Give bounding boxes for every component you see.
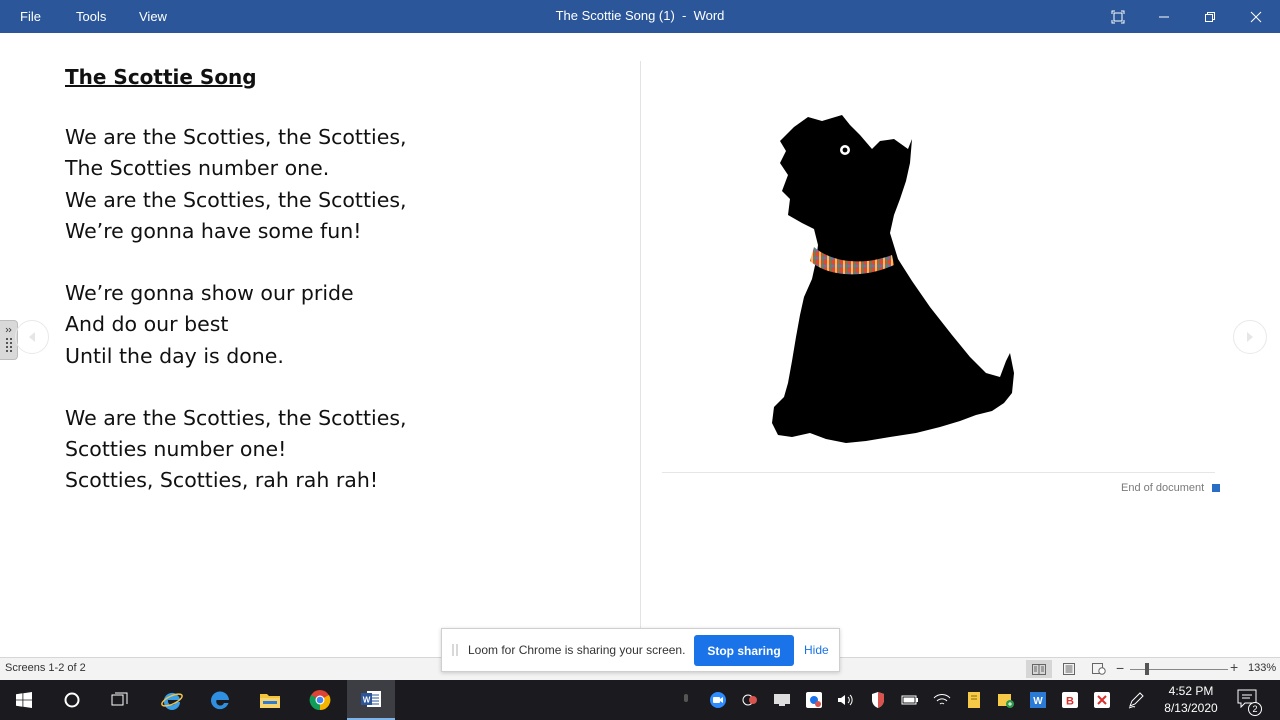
windows-start-icon: [16, 692, 32, 708]
svg-text:W: W: [363, 696, 371, 705]
screen-sharing-banner: Loom for Chrome is sharing your screen. …: [441, 628, 840, 672]
zoom-level[interactable]: 133%: [1248, 662, 1276, 674]
focus-mode-button[interactable]: [1095, 0, 1141, 33]
stanza-3: We are the Scotties, the Scotties, Scott…: [65, 403, 625, 497]
scottie-dog-image[interactable]: [760, 111, 1030, 446]
restore-icon: [1205, 11, 1215, 22]
taskbar-file-explorer[interactable]: [246, 680, 294, 720]
lyric-line: We’re gonna show our pride: [65, 281, 354, 306]
lyric-line: Scotties, Scotties, rah rah rah!: [65, 468, 379, 493]
end-of-document-rule: [662, 472, 1215, 473]
taskbar: W W B 4:52 PM 8/13/2020 2: [0, 680, 1280, 720]
system-clock[interactable]: 4:52 PM 8/13/2020: [1158, 683, 1224, 717]
hide-button[interactable]: Hide: [804, 643, 829, 657]
pen-icon[interactable]: [1126, 690, 1146, 710]
start-button[interactable]: [0, 680, 48, 720]
lyric-line: Scotties number one!: [65, 437, 287, 462]
minimize-icon: [1159, 16, 1169, 17]
lyric-line: We are the Scotties, the Scotties,: [65, 187, 407, 212]
zoom-in-button[interactable]: +: [1230, 659, 1238, 675]
b-app-icon[interactable]: B: [1060, 690, 1080, 710]
menu-view[interactable]: View: [139, 0, 167, 33]
zoom-slider-thumb[interactable]: [1145, 663, 1149, 675]
wifi-icon[interactable]: [932, 690, 952, 710]
volume-icon[interactable]: [836, 690, 856, 710]
window-title: The Scottie Song (1) - Word: [555, 8, 725, 23]
close-button[interactable]: [1233, 0, 1279, 33]
display-icon[interactable]: [772, 690, 792, 710]
security-shield-icon[interactable]: [868, 690, 888, 710]
word-app-tray-icon[interactable]: W: [1028, 690, 1048, 710]
web-layout-icon: [1092, 663, 1106, 675]
restore-button[interactable]: [1187, 0, 1233, 33]
page-title: The Scottie Song: [65, 65, 257, 89]
expand-handle-icon: [5, 327, 12, 352]
document-text: The Scottie Song We are the Scotties, th…: [65, 63, 625, 497]
clock-time: 4:52 PM: [1168, 684, 1214, 698]
lyric-line: The Scotties number one.: [65, 156, 330, 181]
cortana-icon: [64, 692, 80, 708]
print-layout-button[interactable]: [1056, 660, 1082, 678]
stanza-1: We are the Scotties, the Scotties, The S…: [65, 122, 625, 247]
snipping-tool-icon[interactable]: [1092, 690, 1112, 710]
svg-text:B: B: [1066, 696, 1074, 708]
page-divider: [640, 61, 641, 657]
taskbar-edge[interactable]: [196, 680, 244, 720]
word-icon: W: [361, 691, 381, 707]
stop-sharing-button[interactable]: Stop sharing: [694, 635, 794, 666]
web-layout-button[interactable]: [1086, 660, 1112, 678]
sticky-note-icon[interactable]: [964, 690, 984, 710]
read-mode-button[interactable]: [1026, 660, 1052, 678]
sync-icon[interactable]: [740, 690, 760, 710]
print-layout-icon: [1063, 663, 1075, 675]
taskbar-internet-explorer[interactable]: [148, 680, 196, 720]
microphone-icon[interactable]: [676, 690, 696, 710]
add-app-icon[interactable]: [996, 690, 1016, 710]
read-mode-icon: [1032, 663, 1046, 675]
end-of-document-label: End of document: [1121, 482, 1205, 494]
taskbar-word[interactable]: W: [347, 680, 395, 720]
close-icon: [1250, 11, 1262, 22]
notification-count: 2: [1248, 702, 1262, 716]
internet-explorer-icon: [161, 692, 183, 710]
focus-mode-icon: [1111, 10, 1125, 23]
chevron-right-icon: [1247, 332, 1253, 342]
sharing-message: Loom for Chrome is sharing your screen.: [468, 643, 686, 657]
minimize-button[interactable]: [1141, 0, 1187, 33]
battery-icon[interactable]: [900, 690, 920, 710]
zoom-out-button[interactable]: −: [1116, 660, 1124, 676]
clock-date: 8/13/2020: [1164, 701, 1218, 715]
end-marker-icon: [1212, 484, 1221, 492]
lyric-line: We are the Scotties, the Scotties,: [65, 405, 407, 430]
lyric-line: Until the day is done.: [65, 343, 284, 368]
screen-capture-icon[interactable]: [804, 690, 824, 710]
lyric-line: And do our best: [65, 312, 229, 337]
chrome-icon: [309, 690, 331, 711]
chevron-left-icon: [29, 332, 35, 342]
menu-file[interactable]: File: [20, 0, 41, 33]
title-bar: File Tools View The Scottie Song (1) - W…: [0, 0, 1280, 33]
screen-count: Screens 1-2 of 2: [5, 662, 86, 674]
file-explorer-icon: [260, 694, 280, 708]
next-screen-button[interactable]: [1233, 320, 1267, 354]
end-of-document: End of document: [1121, 482, 1221, 494]
drag-handle-icon[interactable]: [452, 643, 458, 657]
cortana-button[interactable]: [48, 680, 96, 720]
lyric-line: We’re gonna have some fun!: [65, 218, 362, 243]
task-view-icon: [111, 692, 128, 706]
task-view-button[interactable]: [96, 680, 144, 720]
menu-tools[interactable]: Tools: [76, 0, 106, 33]
lyric-line: We are the Scotties, the Scotties,: [65, 125, 407, 150]
document-area: The Scottie Song We are the Scotties, th…: [0, 33, 1280, 657]
stanza-2: We’re gonna show our pride And do our be…: [65, 278, 625, 372]
svg-text:W: W: [1033, 696, 1043, 707]
taskbar-chrome[interactable]: [296, 680, 344, 720]
zoom-app-icon[interactable]: [708, 690, 728, 710]
edge-icon: [210, 691, 229, 710]
previous-screen-button[interactable]: [15, 320, 49, 354]
